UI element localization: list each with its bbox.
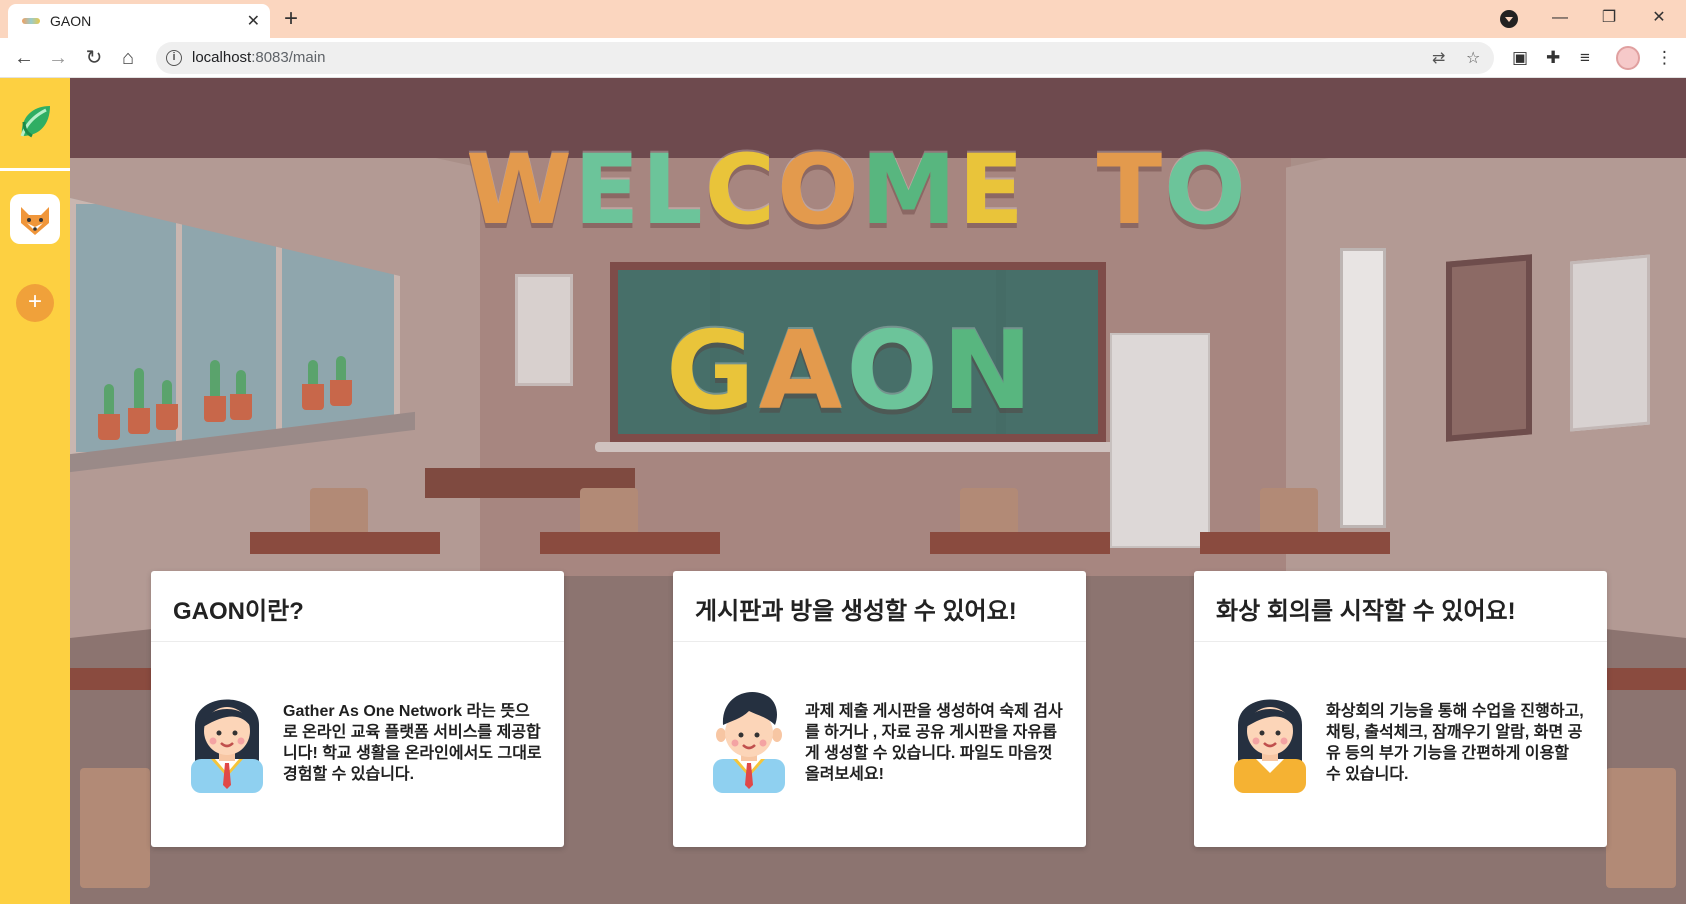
cabinet [1110,333,1210,548]
welcome-letter: E [573,134,642,246]
profile-avatar[interactable] [1616,46,1640,70]
welcome-heading: WELCOME TO [466,134,1246,246]
bookmark-star-icon[interactable]: ☆ [1466,48,1480,68]
extensions-puzzle-icon[interactable]: ✚ [1546,48,1560,68]
gaon-letter: O [846,309,943,434]
pot-icon [98,414,120,440]
menu-kebab-icon[interactable]: ⋮ [1656,48,1673,68]
browser-titlebar: GAON ✕ + — ❐ ✕ [0,0,1686,38]
welcome-letter: O [777,134,861,246]
welcome-letter: C [704,134,778,246]
card-description: Gather As One Network 라는 뜻으로 온라인 교육 플랫폼 … [283,703,542,783]
leaf-icon[interactable] [14,100,56,142]
student-desk [930,532,1110,554]
gaon-heading: GAON [666,318,1036,426]
back-icon[interactable]: ← [10,44,38,72]
welcome-letter: M [860,134,959,246]
student-desk [540,532,720,554]
address-bar[interactable]: i localhost:8083/main ⇄ ☆ [156,42,1494,74]
pot-icon [128,408,150,434]
url-text[interactable]: localhost:8083/main [192,49,325,66]
favicon-icon [22,18,40,24]
plus-icon[interactable]: + [16,284,54,322]
chalk-tray [595,442,1121,452]
card-video: 화상 회의를 시작할 수 있어요! 화상회의 기능을 통해 수업을 진행하고, … [1194,571,1607,847]
site-info-icon[interactable]: i [166,50,182,66]
sidebar: + [0,78,70,904]
welcome-letter: T [1096,134,1165,246]
browser-tab[interactable]: GAON ✕ [8,4,270,38]
home-icon[interactable]: ⌂ [114,44,142,72]
corkboard [1446,254,1532,442]
card-divider [673,641,1086,642]
reading-list-icon[interactable]: ≡ [1580,48,1590,68]
sidebar-divider [0,168,70,171]
card-divider [151,641,564,642]
door [1340,248,1386,528]
side-whiteboard [1570,254,1650,432]
card-description: 화상회의 기능을 통해 수업을 진행하고, 채팅, 출석체크, 잠깨우기 알람,… [1326,703,1584,783]
card-description: 과제 제출 게시판을 생성하여 숙제 검사를 하거나 , 자료 공유 게시판을 … [805,703,1063,783]
close-window-icon[interactable]: ✕ [1644,4,1674,32]
pot-icon [156,404,178,430]
tab-title: GAON [50,13,92,29]
welcome-letter: L [641,134,705,246]
tab-search-icon[interactable] [1500,10,1518,28]
url-host: localhost [192,49,252,66]
card-divider [1194,641,1607,642]
girl-student-avatar [189,681,265,793]
translate-icon[interactable]: ⇄ [1432,48,1445,68]
student-desk [1200,532,1390,554]
student-desk [1600,668,1686,690]
card-boards: 게시판과 방을 생성할 수 있어요! 과제 제출 게시판을 생성하여 숙제 검사… [673,571,1086,847]
media-icon[interactable]: ▣ [1512,48,1528,68]
gaon-letter: G [666,309,759,434]
new-tab-icon[interactable]: + [284,6,298,32]
card-title: 게시판과 방을 생성할 수 있어요! [695,598,1017,625]
welcome-letter: W [466,134,574,246]
card-title: GAON이란? [173,598,304,625]
girl-teacher-avatar [1232,681,1308,793]
forward-icon[interactable]: → [44,44,72,72]
pot-icon [230,394,252,420]
restore-icon[interactable]: ❐ [1594,4,1624,32]
student-desk [70,668,160,690]
fox-icon[interactable] [10,194,60,244]
gaon-letter: N [942,309,1037,434]
student-desk [250,532,440,554]
pot-icon [204,396,226,422]
welcome-letter: E [958,134,1026,246]
welcome-letter: O [1164,134,1248,246]
card-title: 화상 회의를 시작할 수 있어요! [1216,598,1516,625]
minimize-icon[interactable]: — [1545,4,1575,32]
welcome-letter [1026,142,1097,238]
pot-icon [302,384,324,410]
browser-toolbar: ← → ↻ ⌂ i localhost:8083/main ⇄ ☆ ▣ ✚ ≡ … [0,38,1686,78]
close-tab-icon[interactable]: ✕ [247,11,260,31]
url-path: :8083/main [251,49,326,66]
pot-icon [330,380,352,406]
gaon-letter: A [758,309,847,434]
reload-icon[interactable]: ↻ [80,44,108,72]
card-about: GAON이란? Gather As One Network 라는 뜻으로 온라인… [151,571,564,847]
boy-student-avatar [711,681,787,793]
wall-poster [515,274,573,386]
